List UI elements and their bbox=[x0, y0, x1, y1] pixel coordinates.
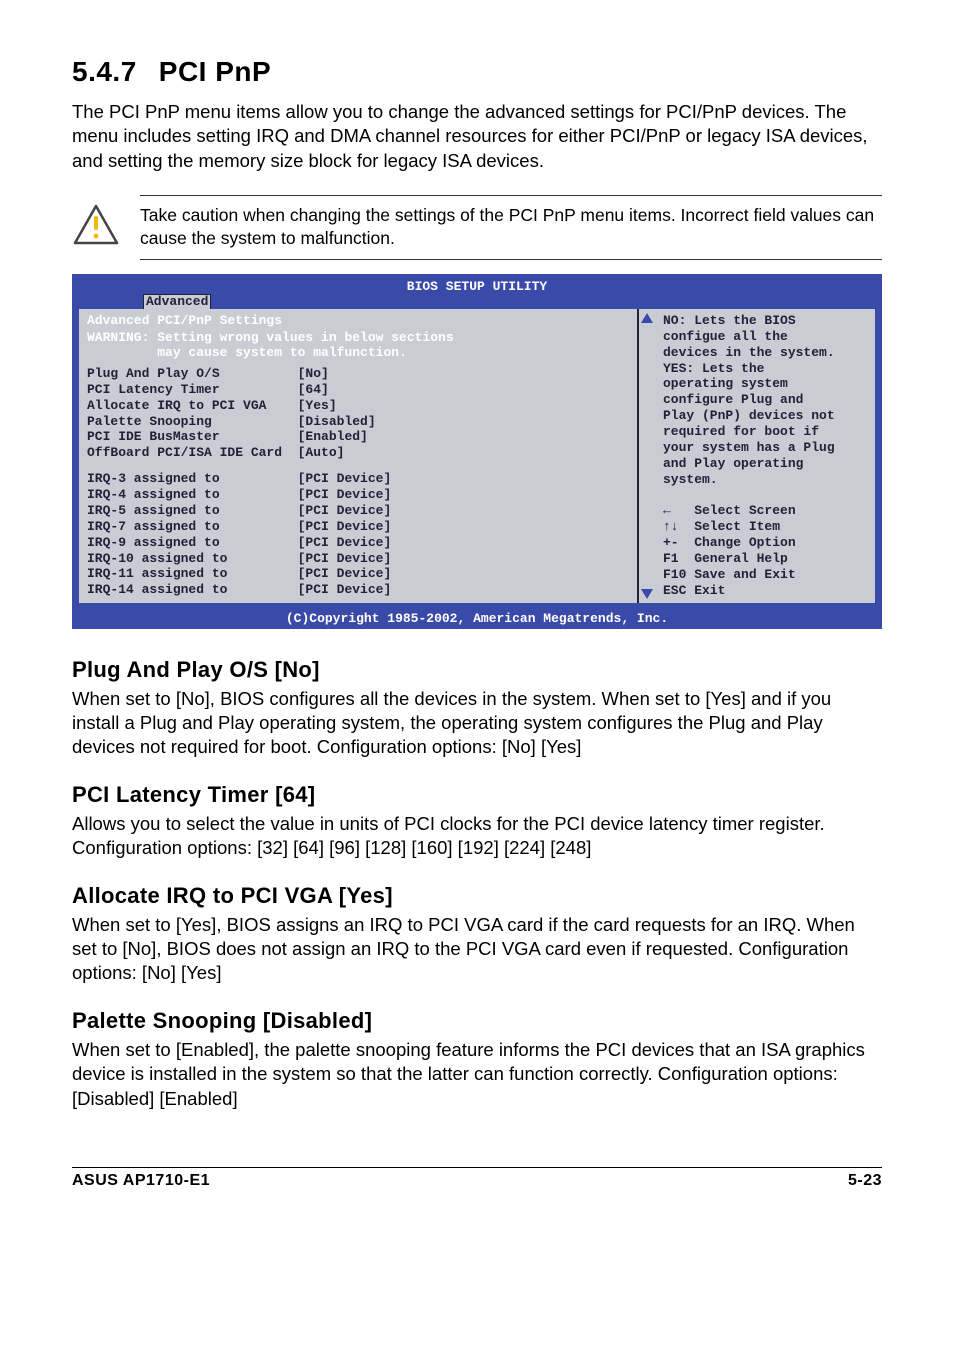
bios-copyright: (C)Copyright 1985-2002, American Megatre… bbox=[73, 609, 881, 628]
page-footer: ASUS AP1710-E1 5-23 bbox=[72, 1167, 882, 1190]
section-heading: 5.4.7 PCI PnP bbox=[72, 56, 882, 88]
intro-paragraph: The PCI PnP menu items allow you to chan… bbox=[72, 100, 882, 173]
footer-left: ASUS AP1710-E1 bbox=[72, 1172, 210, 1190]
option-heading-1: PCI Latency Timer [64] bbox=[72, 782, 882, 808]
bios-settings-block-1[interactable]: Plug And Play O/S [No] PCI Latency Timer… bbox=[87, 366, 629, 461]
page: 5.4.7 PCI PnP The PCI PnP menu items allo… bbox=[0, 0, 954, 1238]
section-number: 5.4.7 bbox=[72, 56, 137, 87]
bios-main-panel: Advanced PCI/PnP Settings WARNING: Setti… bbox=[79, 309, 639, 602]
option-heading-3: Palette Snooping [Disabled] bbox=[72, 1008, 882, 1034]
option-desc-0: When set to [No], BIOS configures all th… bbox=[72, 687, 882, 760]
bios-window: BIOS SETUP UTILITY Advanced Advanced PCI… bbox=[72, 274, 882, 629]
scroll-down-icon bbox=[641, 589, 653, 599]
bios-tab-advanced[interactable]: Advanced bbox=[143, 294, 211, 309]
option-heading-2: Allocate IRQ to PCI VGA [Yes] bbox=[72, 883, 882, 909]
option-desc-3: When set to [Enabled], the palette snoop… bbox=[72, 1038, 882, 1111]
option-desc-2: When set to [Yes], BIOS assigns an IRQ t… bbox=[72, 913, 882, 986]
bios-panel-heading: Advanced PCI/PnP Settings bbox=[87, 313, 629, 328]
bios-body: Advanced PCI/PnP Settings WARNING: Setti… bbox=[79, 309, 875, 602]
bios-settings-block-2[interactable]: IRQ-3 assigned to [PCI Device] IRQ-4 ass… bbox=[87, 471, 629, 598]
bios-scroll-indicator bbox=[639, 309, 655, 602]
caution-icon bbox=[72, 203, 120, 252]
footer-right: 5-23 bbox=[848, 1172, 882, 1190]
caution-block: Take caution when changing the settings … bbox=[72, 195, 882, 260]
caution-text: Take caution when changing the settings … bbox=[140, 195, 882, 260]
bios-tab-bar: Advanced bbox=[73, 294, 881, 309]
bios-help-text: NO: Lets the BIOS configue all the devic… bbox=[663, 313, 867, 598]
section-title: PCI PnP bbox=[159, 56, 271, 87]
bios-warning: WARNING: Setting wrong values in below s… bbox=[87, 330, 629, 360]
option-desc-1: Allows you to select the value in units … bbox=[72, 812, 882, 861]
bios-title: BIOS SETUP UTILITY bbox=[73, 275, 881, 294]
scroll-up-icon bbox=[641, 313, 653, 323]
bios-help-panel: NO: Lets the BIOS configue all the devic… bbox=[655, 309, 875, 602]
option-heading-0: Plug And Play O/S [No] bbox=[72, 657, 882, 683]
